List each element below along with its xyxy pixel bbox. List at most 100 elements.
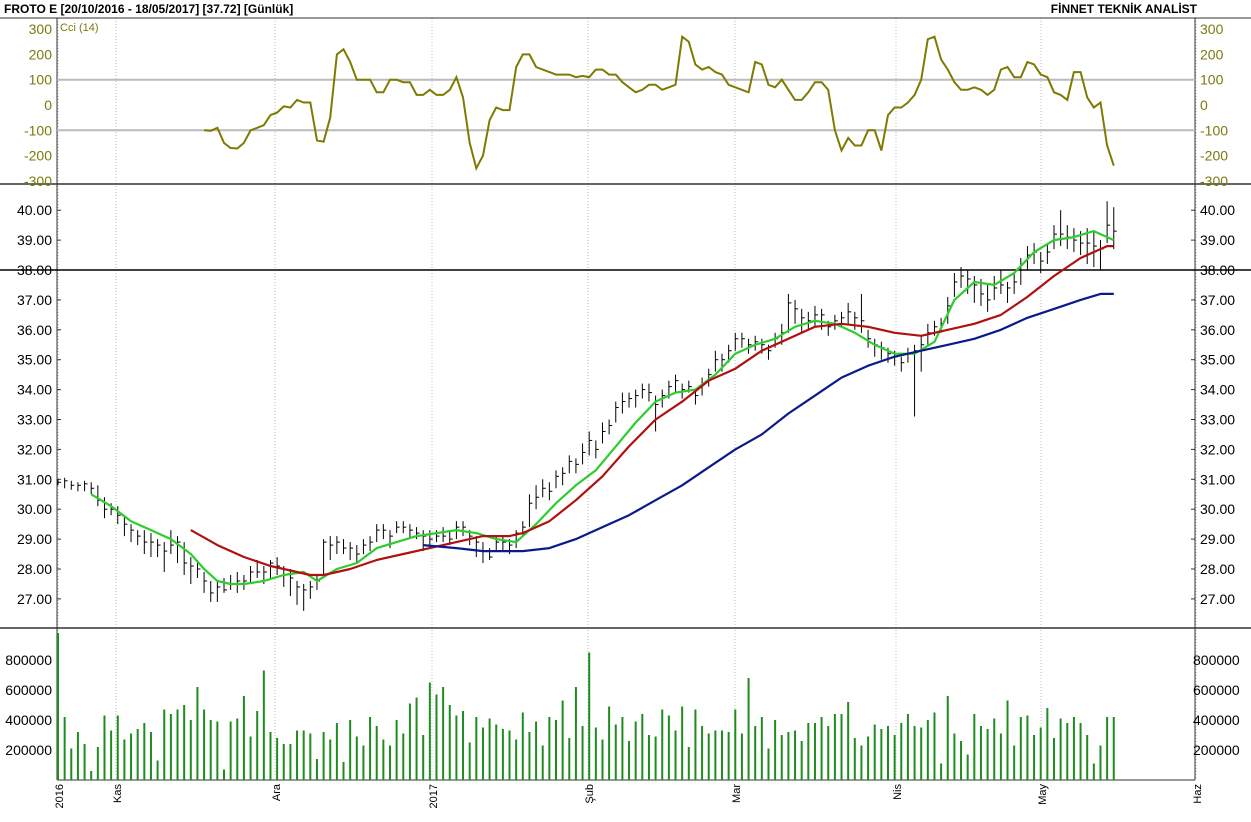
cci-y-tick-label-left: -300 bbox=[24, 173, 52, 189]
price-bar bbox=[548, 482, 553, 501]
cci-title: Cci (14) bbox=[60, 22, 99, 34]
price-bar bbox=[741, 332, 745, 348]
price-bar bbox=[1007, 281, 1011, 303]
moving-average-fast bbox=[90, 230, 1115, 586]
price-y-tick-label-left: 28.00 bbox=[17, 561, 52, 577]
price-bar bbox=[190, 557, 194, 584]
price-bar bbox=[608, 419, 613, 435]
price-bar bbox=[967, 270, 971, 294]
moving-average-mid bbox=[190, 245, 1114, 577]
price-y-tick-label-right: 30.00 bbox=[1200, 501, 1235, 517]
price-bar bbox=[157, 539, 161, 558]
price-bar bbox=[542, 479, 546, 498]
price-bar bbox=[77, 482, 81, 492]
cci-y-tick-label-left: 200 bbox=[29, 46, 53, 62]
x-tick-label: 2017 bbox=[428, 784, 440, 808]
price-y-tick-label-left: 29.00 bbox=[17, 531, 52, 547]
cci-y-tick-label-right: -300 bbox=[1200, 173, 1228, 189]
price-y-tick-label-left: 33.00 bbox=[17, 412, 52, 428]
price-bar bbox=[143, 530, 148, 555]
price-bar bbox=[880, 341, 885, 360]
price-bar bbox=[236, 571, 241, 593]
price-bar bbox=[621, 392, 626, 414]
price-bar bbox=[867, 329, 872, 348]
price-bar bbox=[1033, 243, 1038, 265]
price-bar bbox=[528, 494, 533, 528]
price-bar bbox=[1113, 207, 1117, 250]
price-bar bbox=[117, 506, 121, 525]
cci-line bbox=[204, 34, 1115, 172]
price-bar bbox=[482, 542, 486, 564]
volume-y-tick-label-right: 400000 bbox=[1193, 712, 1240, 728]
price-y-tick-label-left: 39.00 bbox=[17, 232, 52, 248]
volume-y-tick-label-right: 800000 bbox=[1193, 652, 1240, 668]
financial-chart: 2016 Kas Ara 2017 Şub Mar Nis May Haz 300 300 200 20… bbox=[0, 17, 1251, 808]
price-bar bbox=[296, 580, 301, 605]
cci-y-tick-label-right: 300 bbox=[1200, 21, 1224, 37]
price-bar bbox=[309, 580, 314, 599]
price-bar bbox=[601, 422, 606, 444]
cci-y-tick-label-left: 100 bbox=[29, 72, 53, 88]
price-bar bbox=[210, 580, 214, 602]
price-bar bbox=[323, 539, 327, 575]
price-bar bbox=[973, 275, 978, 303]
price-bar bbox=[588, 431, 593, 456]
price-bar bbox=[362, 539, 367, 555]
price-bar bbox=[130, 524, 135, 543]
volume-y-tick-label-right: 600000 bbox=[1193, 682, 1240, 698]
price-bar bbox=[874, 338, 878, 357]
price-bar bbox=[562, 467, 566, 486]
price-bar bbox=[329, 536, 334, 561]
price-y-tick-label-right: 33.00 bbox=[1200, 412, 1235, 428]
price-bar bbox=[442, 527, 447, 543]
price-bar bbox=[70, 480, 75, 490]
price-bar bbox=[137, 530, 141, 546]
x-tick-label: Haz bbox=[1192, 784, 1204, 804]
price-bar bbox=[223, 577, 227, 593]
price-bar bbox=[582, 443, 586, 465]
price-bar bbox=[462, 521, 467, 537]
price-bar bbox=[907, 347, 911, 363]
price-bar bbox=[1060, 210, 1064, 247]
price-bar bbox=[103, 497, 108, 519]
price-bar bbox=[641, 383, 646, 399]
cci-y-tick-label-left: 0 bbox=[44, 97, 52, 113]
price-bar bbox=[914, 344, 918, 417]
x-tick-label: Kas bbox=[112, 784, 124, 803]
price-bar bbox=[953, 272, 958, 297]
cci-y-tick-label-right: 200 bbox=[1200, 46, 1224, 62]
price-bar bbox=[276, 557, 281, 575]
price-bar bbox=[183, 542, 188, 575]
price-y-tick-label-right: 28.00 bbox=[1200, 561, 1235, 577]
price-bar bbox=[416, 527, 420, 540]
price-y-tick-label-left: 34.00 bbox=[17, 382, 52, 398]
price-bar bbox=[615, 401, 619, 423]
price-bar bbox=[628, 392, 633, 408]
price-bar bbox=[382, 524, 387, 540]
price-bar bbox=[1093, 231, 1097, 268]
price-y-tick-label-right: 37.00 bbox=[1200, 292, 1235, 308]
price-bar bbox=[535, 485, 540, 510]
price-bar bbox=[250, 566, 254, 584]
price-bar bbox=[555, 470, 559, 489]
price-bar bbox=[575, 458, 579, 474]
price-y-tick-label-right: 40.00 bbox=[1200, 202, 1235, 218]
price-y-tick-label-right: 39.00 bbox=[1200, 232, 1235, 248]
price-bar bbox=[568, 455, 573, 474]
price-bar bbox=[349, 542, 354, 561]
price-bar bbox=[369, 536, 374, 552]
price-bar bbox=[389, 530, 393, 549]
volume-y-tick-label-left: 800000 bbox=[5, 652, 52, 668]
price-bar bbox=[807, 311, 812, 330]
cci-y-tick-label-right: 0 bbox=[1200, 97, 1208, 113]
price-bar bbox=[675, 374, 679, 393]
price-bar bbox=[163, 542, 168, 572]
price-bar bbox=[987, 284, 991, 312]
price-bar bbox=[595, 440, 599, 459]
price-y-tick-label-left: 37.00 bbox=[17, 292, 52, 308]
price-y-tick-label-right: 31.00 bbox=[1200, 471, 1235, 487]
cci-y-tick-label-left: -100 bbox=[24, 122, 52, 138]
price-bar bbox=[1073, 228, 1077, 253]
price-y-tick-label-right: 35.00 bbox=[1200, 352, 1235, 368]
price-bar bbox=[90, 482, 95, 495]
